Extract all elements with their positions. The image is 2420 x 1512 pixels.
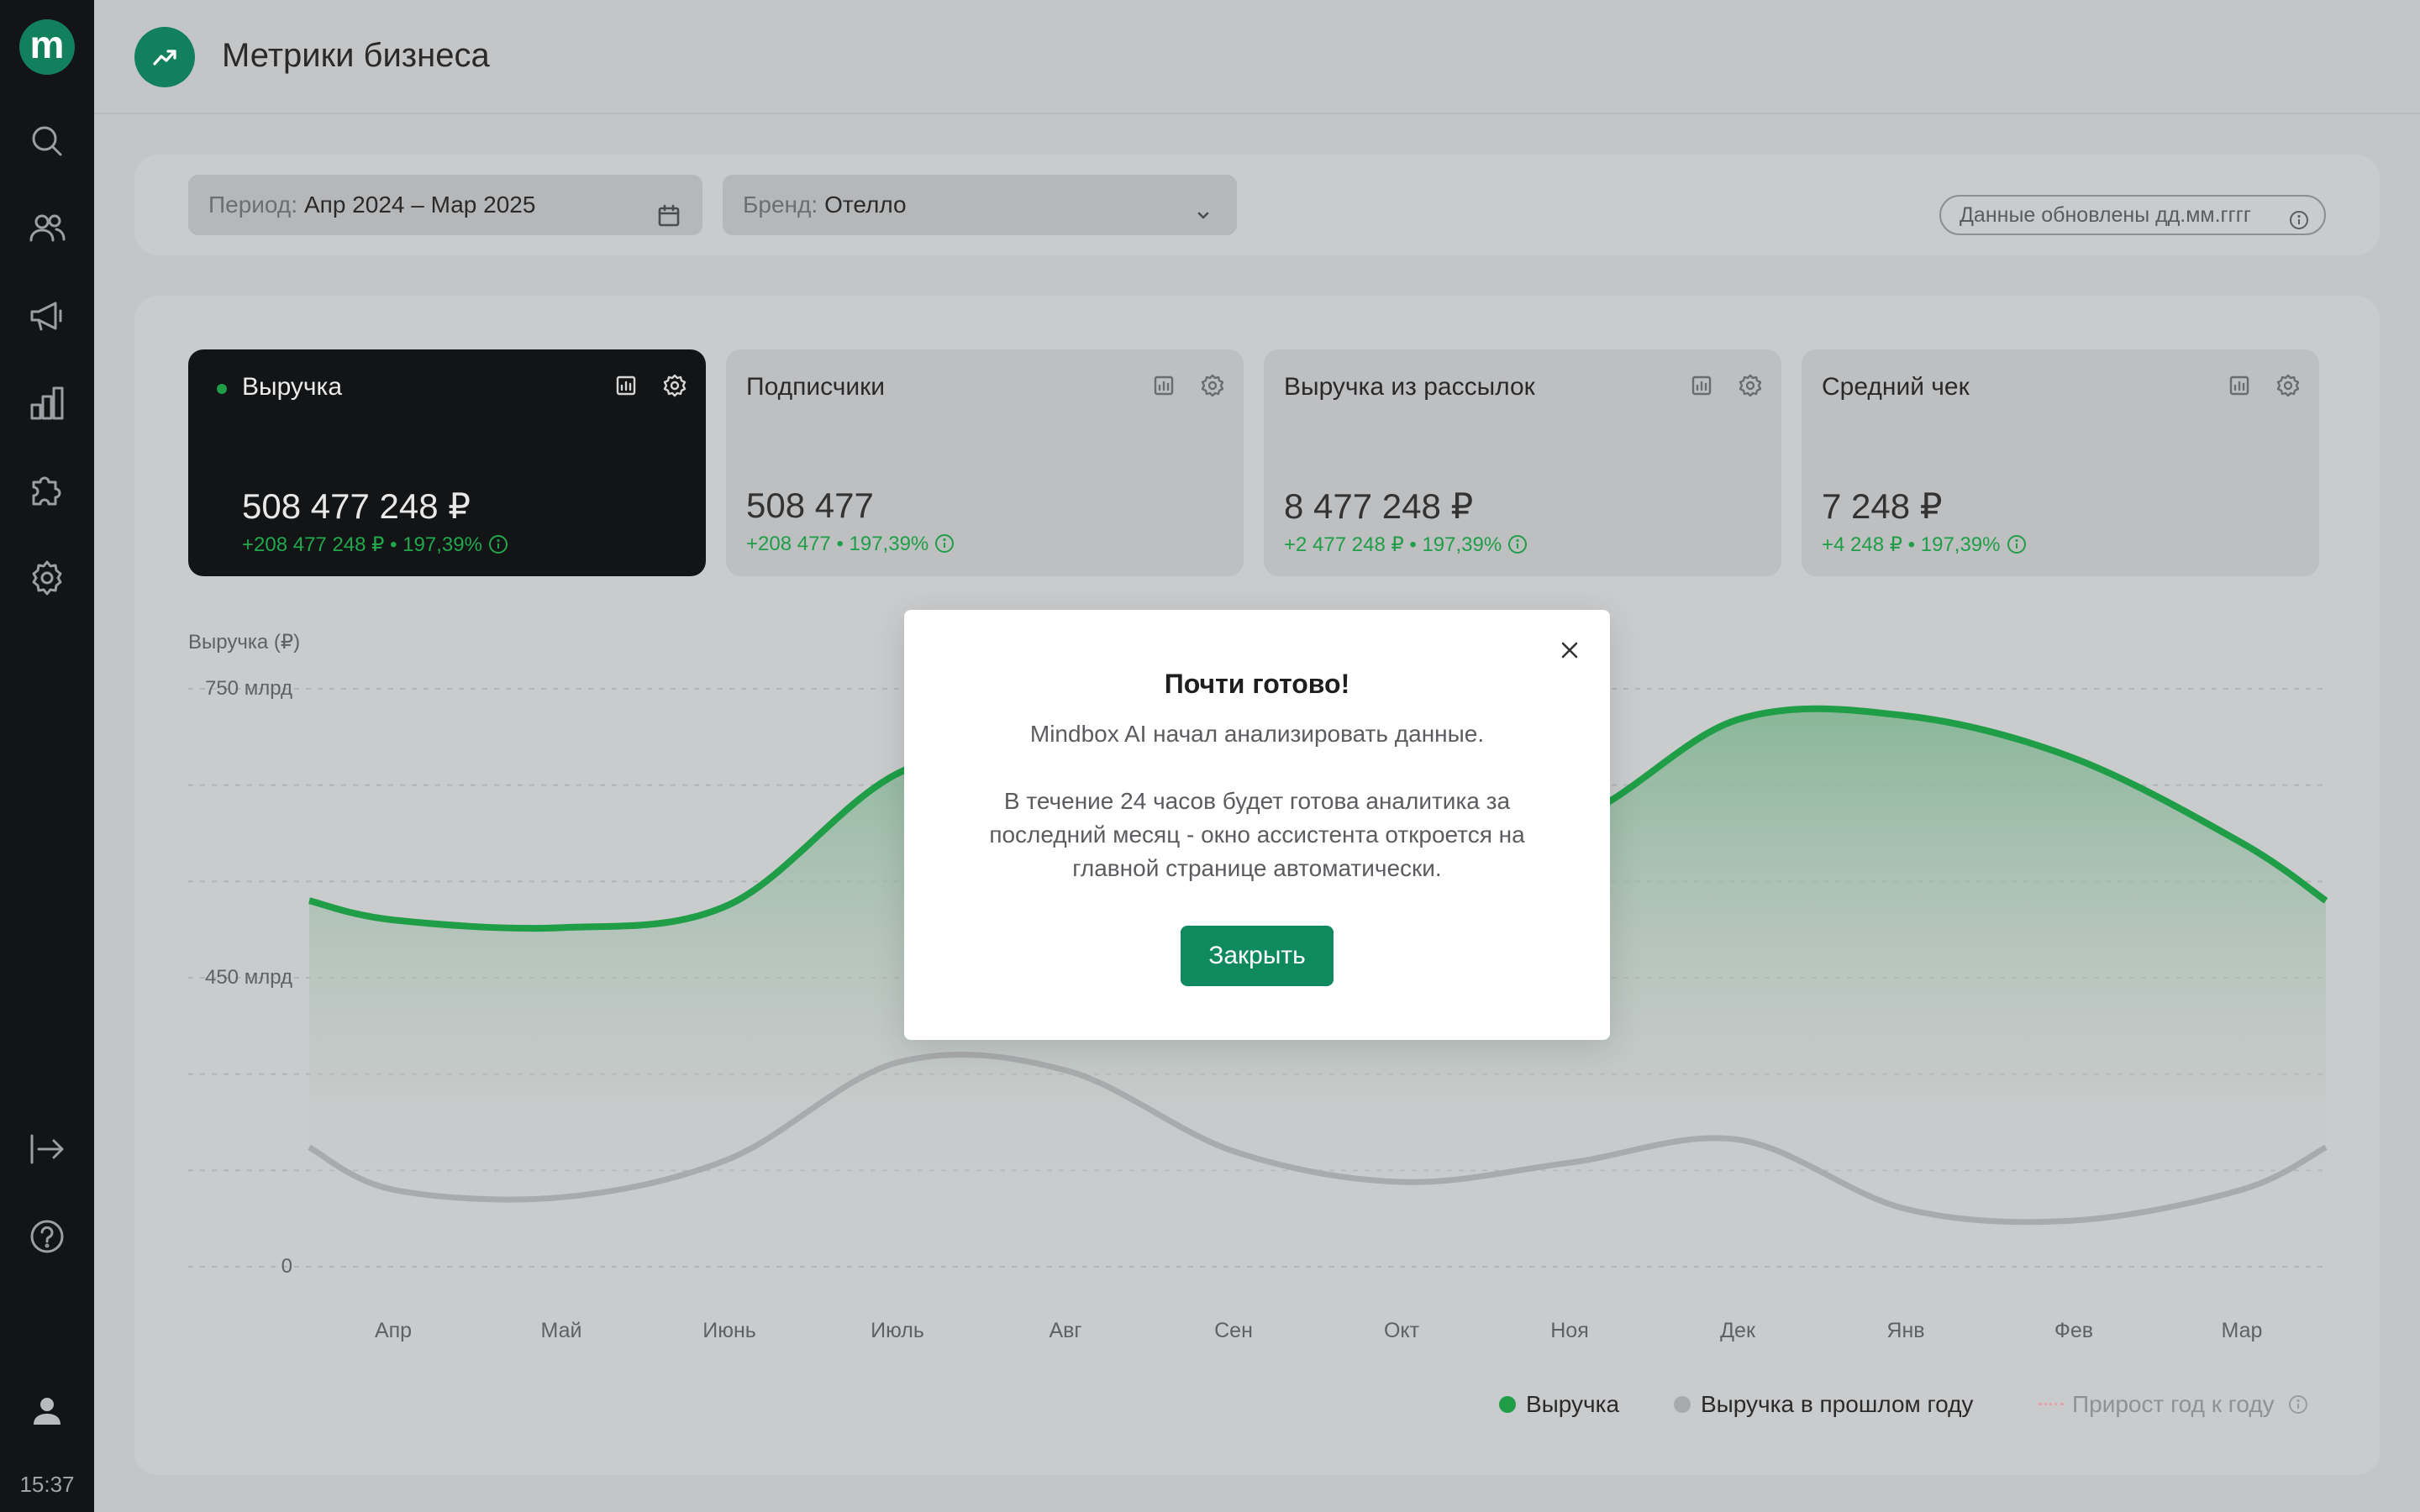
- gear-icon[interactable]: [27, 558, 67, 598]
- chart-settings-icon[interactable]: [1689, 373, 1714, 398]
- active-dot: [217, 384, 227, 394]
- x-tick-label: Май: [540, 1319, 582, 1342]
- data-updated-text: Данные обновлены дд.мм.гггг: [1960, 203, 2252, 227]
- metric-card-revenue[interactable]: Выручка 508 477 248 ₽ +208 477 248 ₽ • 1…: [188, 349, 706, 576]
- card-value: 508 477: [746, 486, 874, 525]
- card-title: Выручка: [242, 373, 343, 401]
- info-icon[interactable]: [2289, 205, 2309, 229]
- x-tick-label: Июль: [871, 1319, 924, 1342]
- y-tick-label: 0: [281, 1255, 292, 1278]
- chevron-down-icon: [1190, 192, 1217, 219]
- legend-item-yoy-growth[interactable]: Прирост год к году: [2039, 1391, 2309, 1418]
- modal-text-intro: Mindbox AI начал анализировать данные.: [1029, 721, 1485, 747]
- user-icon[interactable]: [27, 1391, 67, 1431]
- legend-swatch: [1674, 1396, 1691, 1413]
- filter-panel: Период: Апр 2024 – Мар 2025 Бренд: Отелло …: [134, 155, 2380, 255]
- period-value: Апр 2024 – Мар 2025: [303, 192, 536, 218]
- card-title: Выручка из рассылок: [1284, 373, 1535, 401]
- modal-title: Почти готово!: [1164, 669, 1350, 699]
- chart-settings-icon[interactable]: [2227, 373, 2252, 398]
- info-icon[interactable]: [2006, 533, 2028, 555]
- legend-item-prev-year[interactable]: Выручка в прошлом году: [1674, 1391, 1973, 1418]
- x-tick-label: Янв: [1886, 1319, 1925, 1342]
- puzzle-icon[interactable]: [27, 470, 67, 511]
- gear-icon[interactable]: [1738, 373, 1763, 398]
- x-tick-label: Фев: [2054, 1319, 2094, 1342]
- clock-time: 15:37: [19, 1472, 75, 1497]
- info-icon[interactable]: [487, 533, 509, 555]
- mindbox-logo[interactable]: m: [19, 19, 75, 75]
- x-tick-label: Ноя: [1550, 1319, 1589, 1342]
- close-button[interactable]: Закрыть: [1181, 926, 1334, 986]
- brand-label: Бренд:: [743, 192, 818, 218]
- x-tick-label: Окт: [1383, 1319, 1420, 1342]
- legend-dash: [2039, 1403, 2064, 1405]
- close-icon[interactable]: [1556, 637, 1583, 664]
- modal-text-details: В течение 24 часов будет готова аналитик…: [989, 788, 1525, 881]
- x-tick-label: Июнь: [702, 1319, 756, 1342]
- card-title: Подписчики: [746, 373, 886, 401]
- gear-icon[interactable]: [1200, 373, 1225, 398]
- calendar-icon: [655, 192, 682, 227]
- brand-select[interactable]: Бренд: Отелло: [723, 175, 1237, 235]
- card-delta: +208 477 248 ₽ • 197,39%: [242, 533, 509, 557]
- help-icon[interactable]: [27, 1216, 67, 1257]
- card-delta: +2 477 248 ₽ • 197,39%: [1284, 533, 1528, 557]
- card-title: Средний чек: [1822, 373, 1970, 401]
- legend-swatch: [1499, 1396, 1516, 1413]
- gear-icon[interactable]: [2275, 373, 2301, 398]
- gear-icon[interactable]: [662, 373, 687, 398]
- info-icon[interactable]: [1507, 533, 1528, 555]
- chart-settings-icon[interactable]: [613, 373, 639, 398]
- trending-up-icon: [134, 27, 195, 87]
- info-icon[interactable]: [2287, 1394, 2309, 1415]
- card-value: 508 477 248 ₽: [242, 486, 471, 526]
- x-tick-label: Дек: [1720, 1319, 1755, 1342]
- y-tick-label: 450 млрд: [204, 966, 292, 989]
- period-picker[interactable]: Период: Апр 2024 – Мар 2025: [188, 175, 702, 235]
- metric-card-average-check[interactable]: Средний чек 7 248 ₽ +4 248 ₽ • 197,39%: [1802, 349, 2319, 576]
- search-icon[interactable]: [27, 121, 67, 161]
- card-value: 7 248 ₽: [1822, 486, 1943, 526]
- period-label: Период:: [208, 192, 297, 218]
- legend-item-revenue[interactable]: Выручка: [1499, 1391, 1619, 1418]
- onboarding-modal: Почти готово! Mindbox AI начал анализиро…: [904, 610, 1610, 1040]
- bar-chart-icon[interactable]: [27, 383, 67, 423]
- sidebar: m 15:37: [0, 0, 94, 1512]
- page-title: Метрики бизнеса: [222, 37, 490, 74]
- page-header: Метрики бизнеса: [94, 0, 2420, 114]
- logout-icon[interactable]: [27, 1129, 67, 1169]
- y-axis-title: Выручка (₽): [188, 631, 301, 654]
- y-tick-label: 750 млрд: [204, 677, 292, 700]
- x-tick-label: Авг: [1049, 1319, 1082, 1342]
- x-tick-label: Апр: [374, 1319, 413, 1342]
- card-value: 8 477 248 ₽: [1284, 486, 1474, 526]
- x-tick-label: Сен: [1214, 1319, 1253, 1342]
- metric-card-subscribers[interactable]: Подписчики 508 477 +208 477 • 197,39%: [726, 349, 1244, 576]
- metric-card-email-revenue[interactable]: Выручка из рассылок 8 477 248 ₽ +2 477 2…: [1264, 349, 1781, 576]
- card-delta: +208 477 • 197,39%: [746, 533, 955, 556]
- data-updated-badge: Данные обновлены дд.мм.гггг: [1939, 195, 2326, 235]
- megaphone-icon[interactable]: [27, 296, 67, 336]
- x-tick-label: Мар: [2221, 1319, 2263, 1342]
- card-delta: +4 248 ₽ • 197,39%: [1822, 533, 2028, 557]
- users-icon[interactable]: [27, 208, 67, 249]
- chart-settings-icon[interactable]: [1151, 373, 1176, 398]
- info-icon[interactable]: [934, 533, 955, 554]
- brand-value: Отелло: [824, 192, 907, 218]
